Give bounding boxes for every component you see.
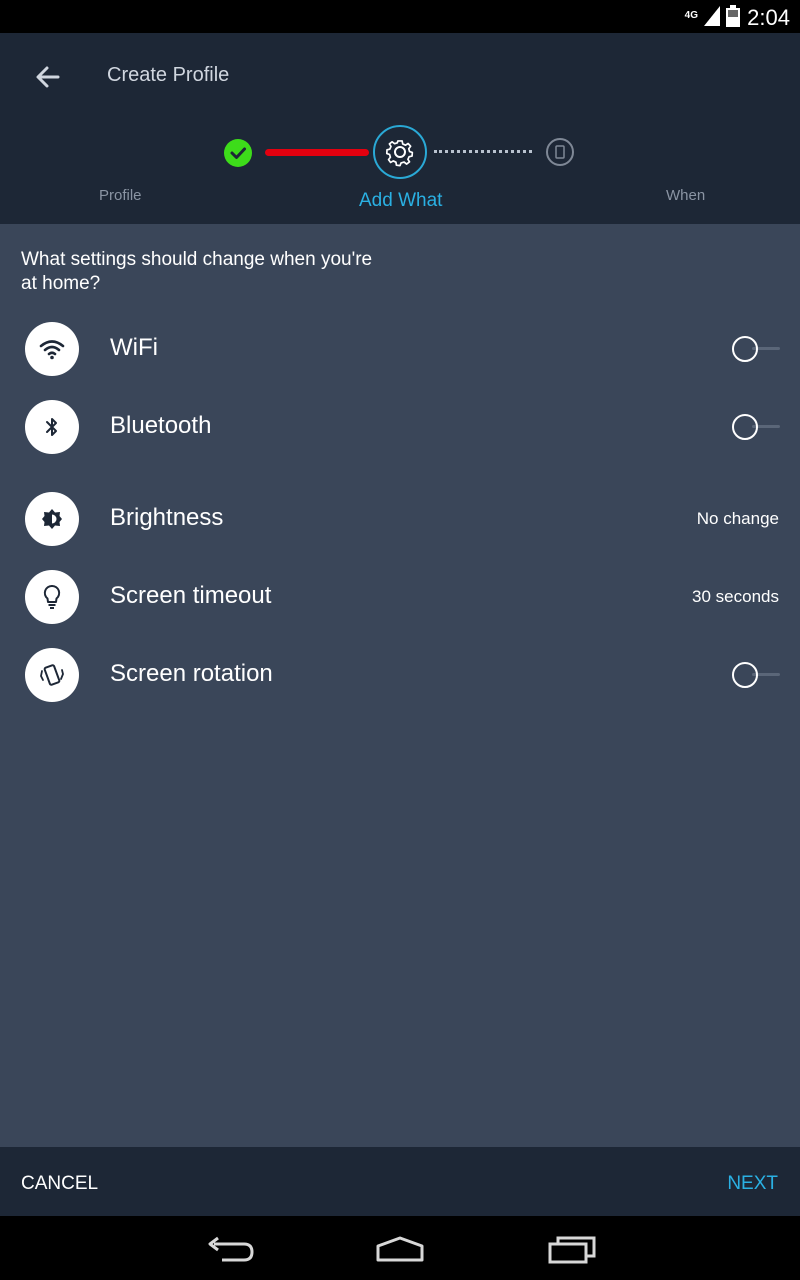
bluetooth-toggle[interactable] (732, 413, 782, 441)
bluetooth-icon-badge (25, 400, 79, 454)
cancel-button[interactable]: CANCEL (21, 1173, 98, 1195)
app-header: Create Profile Profile Add What When (0, 33, 800, 224)
nav-back-button[interactable] (200, 1232, 260, 1266)
gear-icon (385, 140, 414, 167)
nav-recents-button[interactable] (542, 1232, 602, 1266)
setting-row-wifi[interactable]: WiFi (0, 322, 800, 382)
battery-icon (726, 5, 740, 27)
setting-row-brightness[interactable]: Brightness No change (0, 492, 800, 552)
bluetooth-icon (46, 418, 57, 436)
lightbulb-icon (43, 584, 61, 609)
signal-icon (704, 6, 720, 26)
setting-row-screen-rotation[interactable]: Screen rotation (0, 648, 800, 708)
back-button[interactable] (30, 59, 66, 95)
rotation-icon (40, 664, 64, 686)
step-label-add-what[interactable]: Add What (359, 190, 442, 212)
screen-timeout-icon-badge (25, 570, 79, 624)
arrow-left-icon (36, 66, 60, 88)
status-icons: 4G (685, 5, 740, 27)
brightness-icon (42, 509, 62, 529)
step-when-indicator (546, 138, 574, 166)
screen-rotation-toggle[interactable] (732, 661, 782, 689)
brightness-value: No change (696, 509, 779, 528)
screen-timeout-value: 30 seconds (692, 587, 779, 606)
page-title: Create Profile (107, 64, 230, 86)
toggle-knob (732, 414, 758, 440)
back-icon (208, 1236, 254, 1262)
brightness-icon-badge (25, 492, 79, 546)
setting-label-brightness: Brightness (110, 504, 224, 531)
wifi-icon (39, 340, 65, 360)
home-icon (376, 1236, 424, 1262)
progress-line-complete (265, 149, 369, 156)
setting-label-screen-rotation: Screen rotation (110, 660, 273, 687)
progress-line-pending (434, 150, 532, 153)
network-type-label: 4G (684, 10, 698, 21)
setting-label-bluetooth: Bluetooth (110, 412, 212, 439)
system-nav-bar (0, 1216, 800, 1280)
bottom-action-bar: CANCEL NEXT (0, 1147, 800, 1216)
step-profile-indicator (224, 139, 252, 167)
wifi-icon-badge (25, 322, 79, 376)
setting-row-bluetooth[interactable]: Bluetooth (0, 400, 800, 460)
recents-icon (548, 1236, 596, 1264)
toggle-knob (732, 662, 758, 688)
setting-label-wifi: WiFi (110, 334, 158, 361)
screen-rotation-icon-badge (25, 648, 79, 702)
progress-stepper (0, 125, 800, 185)
setting-row-screen-timeout[interactable]: Screen timeout 30 seconds (0, 570, 800, 630)
toggle-knob (732, 336, 758, 362)
create-profile-screen: 4G 2:04 Create Profile Profile Add What … (0, 0, 800, 1280)
nav-home-button[interactable] (370, 1232, 430, 1266)
check-icon (230, 147, 246, 159)
clock: 2:04 (747, 5, 790, 30)
status-bar: 4G 2:04 (0, 0, 800, 33)
step-label-profile[interactable]: Profile (99, 187, 142, 204)
step-add-what-indicator (373, 125, 427, 179)
settings-question: What settings should change when you're … (21, 249, 373, 294)
phone-icon (555, 145, 565, 159)
step-label-when[interactable]: When (666, 187, 705, 204)
setting-label-screen-timeout: Screen timeout (110, 582, 272, 609)
wifi-toggle[interactable] (732, 335, 782, 363)
next-button[interactable]: NEXT (727, 1173, 778, 1195)
